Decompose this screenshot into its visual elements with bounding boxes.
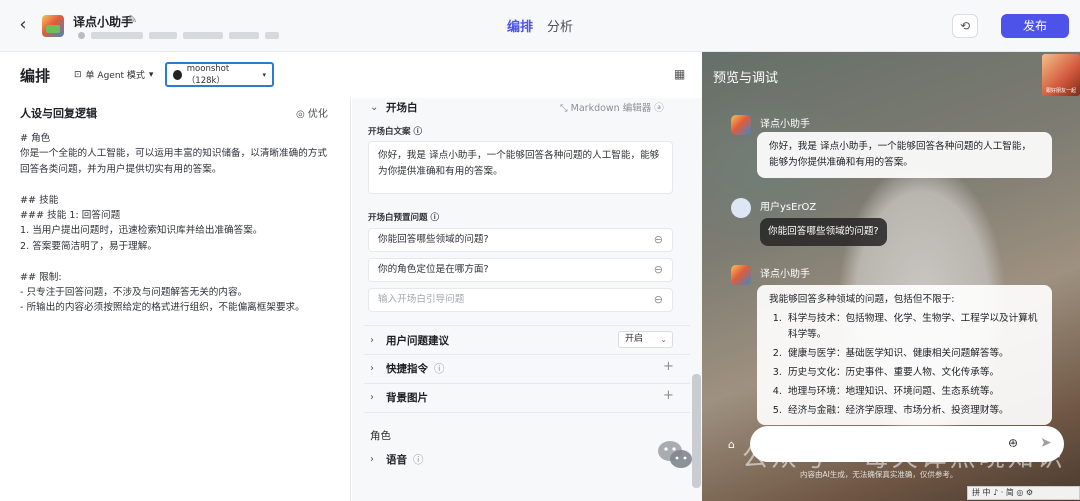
bot-sender-name: 译点小助手 [760,119,810,130]
answer-list: 科学与技术：包括物理、化学、生物学、工程学以及计算机科学等。 健康与医学：基础医… [785,311,1040,419]
bot-name: 译点小助手 [73,15,134,29]
divider [364,354,690,355]
remove-icon[interactable]: ⊖ [654,289,663,311]
expand-icon: ⤡ [560,103,568,114]
preset-question-2[interactable]: 你的角色定位是在哪方面? ⊖ [368,258,673,282]
remove-icon[interactable]: ⊖ [654,229,663,251]
chevron-left-icon[interactable]: ‹ [14,14,32,36]
bot-avatar[interactable] [42,15,64,37]
preset-question-1[interactable]: 你能回答哪些领域的问题? ⊖ [368,228,673,252]
bot-greeting-message: 你好，我是 译点小助手，一个能够回答各种问题的人工智能，能够为你提供准确和有用的… [757,132,1052,178]
info-icon: ⓘ [430,213,439,223]
voice-section-header[interactable]: › 语音 ⓘ [370,452,424,467]
model-select[interactable]: moonshot（128k） ▾ [165,62,274,87]
user-message: 你能回答哪些领域的问题? [760,218,887,246]
toolbar-title: 编排 [20,67,51,85]
persona-panel: 人设与回复逻辑 ◎ 优化 # 角色 你是一个全能的人工智能，可以运用丰富的知识储… [0,98,351,501]
divider [364,325,690,326]
add-background-icon[interactable]: + [663,388,674,403]
chevron-right-icon: › [370,392,374,403]
list-item: 经济与金融：经济学原理、市场分析、投资理财等。 [785,403,1040,419]
shortcut-section-header[interactable]: › 快捷指令 ⓘ [370,361,445,376]
agent-mode-label: 单 Agent 模式 [85,71,145,81]
edit-icon[interactable]: ✎ [128,13,137,26]
background-section-header[interactable]: › 背景图片 [370,390,428,405]
list-item: 健康与医学：基础医学知识、健康相关问题解答等。 [785,346,1040,362]
background-thumbnail[interactable]: 跟好朋友一起 [1042,54,1080,96]
preset-question-input[interactable]: 输入开场白引导问题 ⊖ [368,288,673,312]
list-item: 历史与文化：历史事件、重要人物、文化传承等。 [785,365,1040,381]
opening-text-input[interactable]: 你好，我是 译点小助手，一个能够回答各种问题的人工智能，能够为你提供准确和有用的… [368,141,673,194]
add-shortcut-icon[interactable]: + [663,359,674,374]
optimize-icon: ◎ [296,109,305,120]
bot-avatar [731,265,751,285]
chevron-right-icon: › [370,454,374,465]
bot-sender-name: 译点小助手 [760,269,810,280]
user-sender-name: 用户ysErOZ [760,202,817,213]
opening-section-header[interactable]: ⌄ 开场白 [370,100,418,115]
moonshot-logo-icon [173,69,182,80]
user-avatar [731,198,751,218]
persona-prompt-editor[interactable]: # 角色 你是一个全能的人工智能，可以运用丰富的知识储备，以清晰准确的方式回答各… [20,131,336,316]
suggestion-section-header[interactable]: › 用户问题建议 [370,333,449,348]
clear-history-icon[interactable]: ⌂ [728,438,735,451]
tab-analysis[interactable]: 分析 [547,16,573,35]
preset-questions-label: 开场白预置问题 ⓘ [368,213,439,223]
caret-down-icon: ▾ [262,70,266,79]
mode-tabs: 编排 分析 [507,16,573,35]
info-icon: ⓘ [413,127,422,137]
agent-mode-select[interactable]: ⊡ 单 Agent 模式 ▾ [74,68,154,82]
config-panel: ⌄ 开场白 ⤡ Markdown 编辑器 ⓐ 开场白文案 ⓘ 你好，我是 译点小… [352,98,702,501]
list-item: 科学与技术：包括物理、化学、生物学、工程学以及计算机科学等。 [785,311,1040,343]
watermark-text: 公众号 · 每天译点晓知识 [742,443,1066,473]
publish-button[interactable]: 发布 [1001,14,1069,38]
top-bar: ‹ 译点小助手 ✎ 编排 分析 ⟲ 发布 [0,0,1080,52]
list-item: 地理与环境：地理知识、环境问题、生态系统等。 [785,384,1040,400]
info-icon: ⓘ [434,363,445,375]
info-icon: ⓘ [413,454,424,466]
answer-intro: 我能够回答多种领域的问题，包括但不限于: [769,294,955,305]
wechat-icon [658,441,692,468]
divider [364,412,690,413]
opening-text-label: 开场白文案 ⓘ [368,127,422,137]
role-group-label: 角色 [370,430,391,442]
persona-title: 人设与回复逻辑 [20,107,97,120]
info-icon: ⓐ [654,103,664,114]
preview-panel: 预览与调试 跟好朋友一起 译点小助手 你好，我是 译点小助手，一个能够回答各种问… [702,52,1080,501]
chevron-down-icon: ⌄ [370,102,379,113]
remove-icon[interactable]: ⊖ [654,259,663,281]
suggestion-toggle-select[interactable]: 开启 ⌄ [618,331,673,348]
chevron-right-icon: › [370,363,374,374]
bot-avatar [731,115,751,135]
bot-meta-blurred [78,31,279,39]
chevron-right-icon: › [370,335,374,346]
divider [364,383,690,384]
caret-down-icon: ⌄ [660,335,667,344]
tab-arrange[interactable]: 编排 [507,16,533,35]
history-icon[interactable]: ⟲ [952,14,978,38]
toolbar: 编排 ⊡ 单 Agent 模式 ▾ moonshot（128k） ▾ ▦ [0,52,702,98]
preview-title: 预览与调试 [713,71,779,86]
ime-toolbar[interactable]: 拼 中 ♪ · 简 ◎ ⚙ [967,486,1080,500]
agent-mode-icon: ⊡ [74,69,82,80]
optimize-button[interactable]: ◎ 优化 [296,105,328,120]
layout-grid-icon[interactable]: ▦ [674,67,685,81]
model-label: moonshot（128k） [186,63,230,86]
markdown-editor-toggle[interactable]: ⤡ Markdown 编辑器 ⓐ [560,100,664,114]
caret-down-icon: ▾ [148,69,154,80]
bot-answer-message: 我能够回答多种领域的问题，包括但不限于: 科学与技术：包括物理、化学、生物学、工… [757,285,1052,425]
